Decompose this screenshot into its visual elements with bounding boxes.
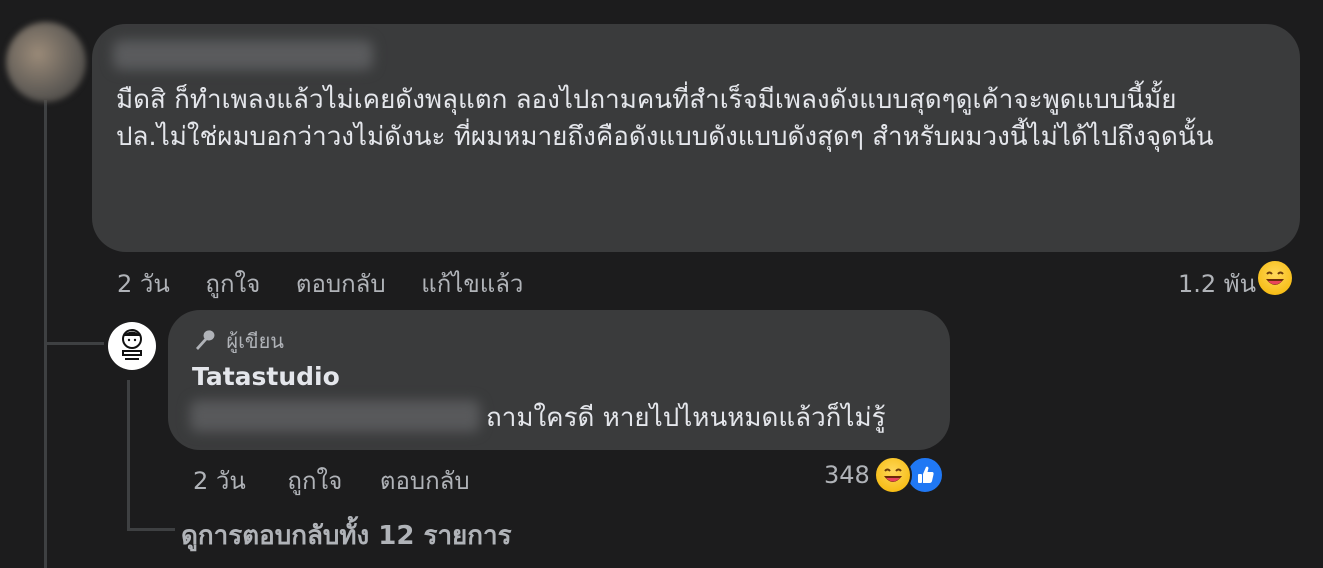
laugh-emoji-icon[interactable] bbox=[874, 456, 912, 494]
reply-reaction-count[interactable]: 348 bbox=[824, 461, 870, 489]
thread-line-main bbox=[44, 100, 47, 568]
author-badge: ผู้เขียน bbox=[192, 325, 284, 357]
comment-edited-label: แก้ไขแล้ว bbox=[421, 270, 524, 298]
commenter-avatar[interactable] bbox=[6, 22, 86, 102]
commenter-name-blurred[interactable] bbox=[113, 40, 373, 70]
reply-time[interactable]: 2 วัน bbox=[193, 467, 246, 495]
mentioned-user-blurred[interactable] bbox=[190, 400, 480, 432]
comment-reply-button[interactable]: ตอบกลับ bbox=[296, 270, 386, 298]
tatastudio-avatar[interactable] bbox=[108, 322, 156, 370]
thread-line-reply bbox=[127, 380, 130, 528]
view-all-replies-link[interactable]: ดูการตอบกลับทั้ง 12 รายการ bbox=[181, 515, 512, 556]
comment-text: มืดสิ ก็ทำเพลงแล้วไม่เคยดังพลุแตก ลองไปถ… bbox=[116, 82, 1276, 156]
reply-author-name[interactable]: Tatastudio bbox=[192, 362, 340, 391]
author-badge-label: ผู้เขียน bbox=[226, 329, 284, 353]
comment-text-line2: ปล.ไม่ใช่ผมบอกว่าวงไม่ดังนะ ที่ผมหมายถึง… bbox=[116, 122, 1214, 152]
laugh-emoji-icon[interactable] bbox=[1256, 259, 1294, 297]
microphone-icon bbox=[192, 328, 216, 357]
comment-like-button[interactable]: ถูกใจ bbox=[205, 270, 260, 298]
comment-time[interactable]: 2 วัน bbox=[117, 270, 170, 298]
reply-like-button[interactable]: ถูกใจ bbox=[287, 467, 342, 495]
comment-actions: 2 วัน ถูกใจ ตอบกลับ แก้ไขแล้ว bbox=[117, 264, 523, 303]
reply-reply-button[interactable]: ตอบกลับ bbox=[380, 467, 470, 495]
reply-actions: 2 วัน ถูกใจ ตอบกลับ bbox=[193, 461, 470, 500]
comment-text-line1: มืดสิ ก็ทำเพลงแล้วไม่เคยดังพลุแตก ลองไปถ… bbox=[116, 85, 1177, 115]
thread-line-branch bbox=[44, 342, 104, 345]
thread-line-reply-branch bbox=[127, 528, 175, 531]
comment-reaction-count[interactable]: 1.2 พัน bbox=[1178, 264, 1256, 303]
reply-text: ถามใครดี หายไปไหนหมดแล้วก็ไม่รู้ bbox=[486, 403, 886, 433]
